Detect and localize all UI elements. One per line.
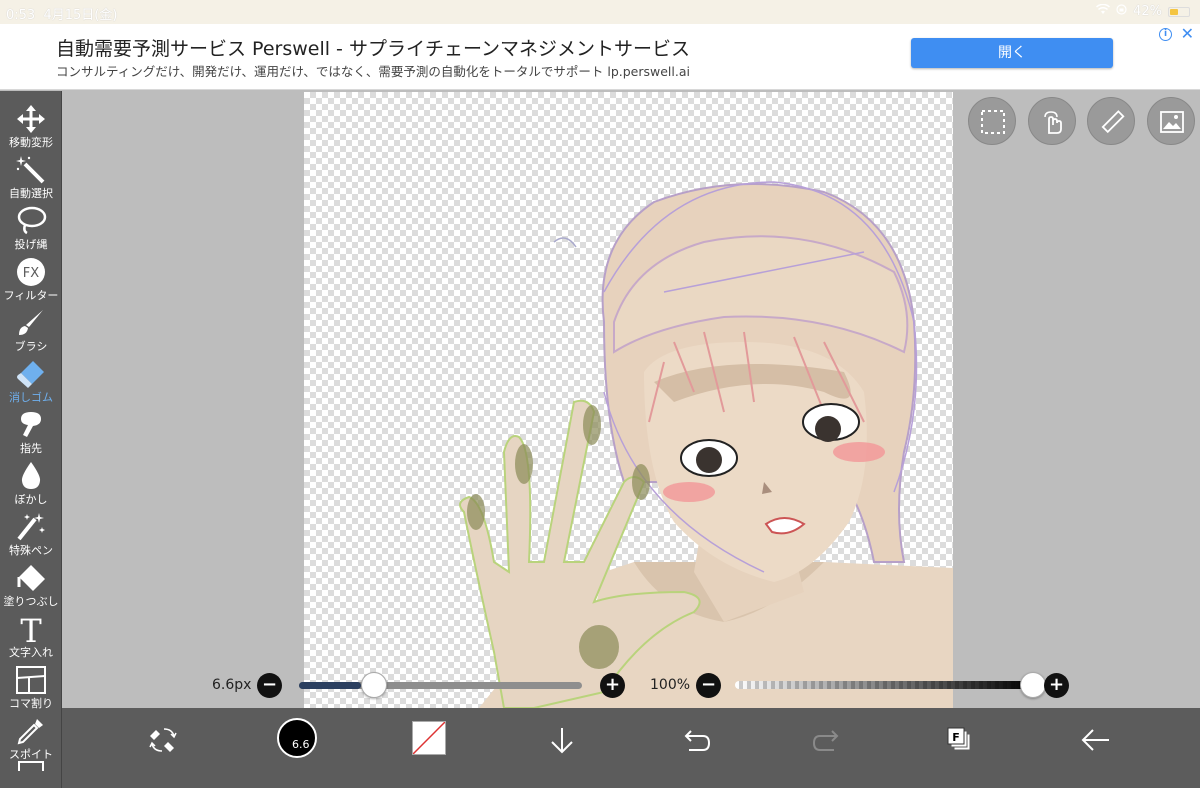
eyedropper-icon [17, 719, 43, 745]
wifi-icon [1096, 3, 1111, 19]
hand-touch-icon [1044, 111, 1062, 134]
ad-banner[interactable]: 自動需要予測サービス Perswell - サプライチェーンマネジメントサービス… [0, 24, 1200, 90]
ad-title[interactable]: 自動需要予測サービス Perswell - サプライチェーンマネジメントサービス [56, 34, 690, 61]
ruler-button[interactable] [1087, 97, 1135, 145]
opacity-label: 100% [650, 677, 691, 693]
brush-icon [19, 310, 43, 335]
opacity-slider[interactable] [735, 681, 1033, 689]
fill-bucket-icon [17, 565, 45, 591]
tool-fill[interactable]: 塗りつぶし [0, 556, 62, 608]
tool-sidebar: 移動変形 自動選択 投げ縄 FX フィルター ブラシ 消しゴム 指先 ぼかし 特… [0, 91, 62, 788]
status-bar: 0:53 4月15日(金) 42% [0, 0, 1200, 24]
size-slider-fill [299, 682, 362, 689]
tool-auto-select[interactable]: 自動選択 [0, 148, 62, 200]
size-decrease-button[interactable]: − [257, 673, 282, 698]
redo-icon [812, 730, 839, 751]
fx-icon-text: FX [23, 266, 39, 281]
finger-icon [21, 412, 41, 437]
magic-wand-icon [16, 156, 45, 184]
color-button[interactable] [412, 721, 446, 755]
artwork-illustration [459, 181, 953, 708]
tool-move-transform[interactable]: 移動変形 [0, 97, 62, 149]
brush-size-label: 6.6px [212, 677, 252, 693]
selection-button[interactable] [968, 97, 1016, 145]
move-icon [17, 105, 45, 133]
more-tools-icon[interactable] [18, 761, 44, 771]
brush-size-slider[interactable] [299, 682, 582, 689]
image-icon [1160, 111, 1184, 133]
material-button[interactable] [1147, 97, 1195, 145]
battery-level-fill [1170, 8, 1179, 15]
blur-drop-icon [21, 462, 41, 489]
special-pen-icon [17, 513, 45, 541]
undo-icon [684, 730, 711, 751]
ad-info-icon[interactable]: i [1159, 28, 1172, 41]
transparent-color-icon [412, 721, 446, 755]
opacity-increase-button[interactable]: + [1044, 673, 1069, 698]
ruler-icon [1101, 110, 1125, 134]
tool-filter[interactable]: FX フィルター [0, 250, 62, 302]
selection-rect-icon [981, 110, 1005, 134]
status-right: 42% [1096, 3, 1190, 19]
swap-tools-icon [149, 728, 177, 752]
bottom-toolbar: 6.6 F [62, 708, 1200, 788]
ad-close-icon[interactable]: ✕ [1181, 24, 1194, 43]
tool-finger[interactable]: 指先 [0, 403, 62, 455]
battery-icon [1168, 6, 1190, 17]
layers-button[interactable]: F [940, 720, 980, 760]
ad-open-button[interactable]: 開く [911, 38, 1113, 68]
layer-label: F [952, 731, 960, 744]
status-date: 4月15日(金) [43, 8, 118, 23]
back-button[interactable] [1075, 720, 1115, 760]
tool-panel-split[interactable]: コマ割り [0, 658, 62, 710]
brush-size-value: 6.6 [292, 738, 310, 751]
drawing-canvas[interactable] [304, 92, 953, 708]
arrow-down-icon [551, 728, 573, 754]
gesture-button[interactable] [1028, 97, 1076, 145]
tool-brush[interactable]: ブラシ [0, 301, 62, 353]
tool-eraser[interactable]: 消しゴム [0, 352, 62, 404]
lasso-icon [17, 206, 47, 235]
opacity-decrease-button[interactable]: − [696, 673, 721, 698]
fx-icon: FX [17, 258, 45, 286]
undo-button[interactable] [675, 720, 715, 760]
ad-description: コンサルティングだけ、開発だけ、運用だけ、ではなく、需要予測の自動化をトータルで… [56, 64, 690, 79]
battery-percent: 42% [1133, 4, 1162, 19]
status-time: 0:53 [6, 8, 36, 23]
orientation-lock-icon [1116, 4, 1127, 19]
tool-label: スポイト [9, 748, 53, 761]
tool-eyedropper[interactable]: スポイト [0, 709, 62, 761]
tool-special-pen[interactable]: 特殊ペン [0, 505, 62, 557]
tool-text[interactable]: T 文字入れ [0, 607, 62, 659]
size-increase-button[interactable]: + [600, 673, 625, 698]
arrow-left-icon [1081, 729, 1109, 751]
eraser-icon [17, 361, 44, 388]
layers-icon: F [947, 727, 971, 751]
status-time-date: 0:53 4月15日(金) [6, 4, 117, 23]
tool-lasso[interactable]: 投げ縄 [0, 199, 62, 251]
swap-brush-eraser-button[interactable] [144, 720, 184, 760]
text-icon-glyph: T [20, 613, 42, 645]
redo-button[interactable] [808, 720, 848, 760]
opacity-slider-handle[interactable] [1020, 672, 1046, 698]
download-button[interactable] [542, 720, 582, 760]
tool-blur[interactable]: ぼかし [0, 454, 62, 506]
text-icon: T [20, 613, 42, 645]
panel-split-icon [16, 666, 46, 694]
